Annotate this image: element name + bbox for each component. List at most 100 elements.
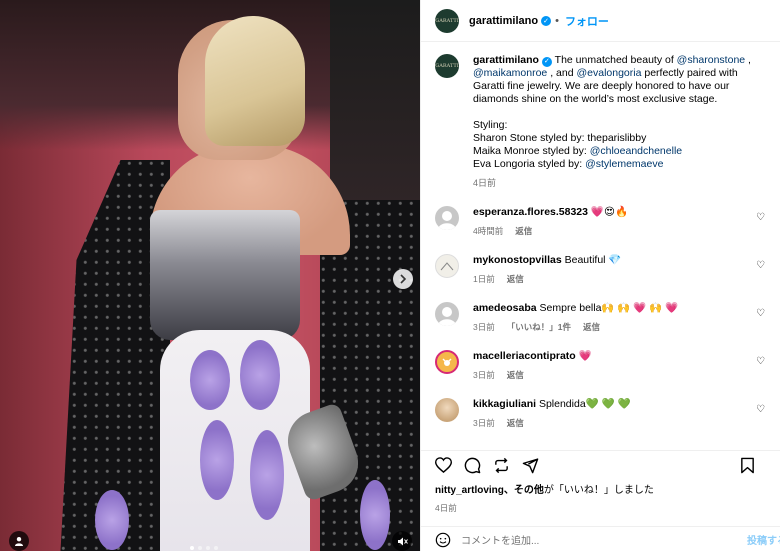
- next-image-button[interactable]: [393, 269, 413, 289]
- comment-time[interactable]: 3日前: [473, 321, 495, 334]
- comment-item: amedeosaba Sempre bella🙌 🙌 💗 🙌 💗 3日前 「いいね…: [435, 302, 767, 334]
- mention-link[interactable]: @maikamonroe: [473, 67, 547, 79]
- mention-link[interactable]: @evalongoria: [576, 67, 641, 79]
- commenter-avatar[interactable]: [435, 302, 459, 326]
- post-age[interactable]: 4日前: [435, 502, 767, 514]
- bookmark-icon[interactable]: [740, 457, 755, 474]
- commenter-username[interactable]: mykonostopvillas: [473, 254, 562, 266]
- reply-button[interactable]: 返信: [583, 321, 600, 334]
- reply-button[interactable]: 返信: [507, 273, 524, 286]
- separator-dot: •: [555, 14, 559, 27]
- likes-others[interactable]: 、その他: [504, 485, 544, 496]
- comment-time[interactable]: 3日前: [473, 417, 495, 430]
- default-avatar-icon: [438, 211, 456, 230]
- photo-flower: [250, 430, 284, 520]
- comment-text: Splendida💚 💚 💚: [538, 398, 631, 410]
- mention-link[interactable]: @chloeandchenelle: [590, 145, 682, 157]
- commenter-avatar[interactable]: [435, 398, 459, 422]
- like-comment-heart-icon[interactable]: ♡: [756, 260, 765, 271]
- speaker-muted-icon: [397, 537, 408, 545]
- verified-badge-icon: ✓: [541, 56, 552, 67]
- commenter-username[interactable]: esperanza.flores.58323: [473, 206, 588, 218]
- comment-item: kikkagiuliani Splendida💚 💚 💚 3日前 返信 ♡: [435, 398, 767, 430]
- comment-body: macelleriacontiprato 💗 3日前 返信: [473, 350, 592, 382]
- styling-heading: Styling:: [473, 119, 508, 131]
- caption-text: The unmatched beauty of: [554, 54, 677, 66]
- liker-username[interactable]: nitty_artloving: [435, 485, 504, 496]
- share-icon[interactable]: [522, 457, 539, 474]
- comment-item: macelleriacontiprato 💗 3日前 返信 ♡: [435, 350, 767, 382]
- like-comment-heart-icon[interactable]: ♡: [756, 356, 765, 367]
- carousel-dot: [190, 546, 194, 550]
- caption-author[interactable]: garattimilano: [473, 54, 539, 66]
- tagged-users-button[interactable]: [9, 531, 29, 551]
- comment-item: esperanza.flores.58323 💗😍🔥 4時間前 返信 ♡: [435, 206, 767, 238]
- follow-button[interactable]: フォロー: [565, 13, 609, 29]
- caption-author-avatar[interactable]: GARATTI: [435, 54, 459, 78]
- reply-button[interactable]: 返信: [515, 225, 532, 238]
- post-actions: nitty_artloving、その他が「いいね！」しました 4日前 コメントを…: [421, 450, 780, 551]
- comment-icon[interactable]: [464, 457, 481, 474]
- photo-flower: [95, 490, 129, 550]
- action-icons: [435, 451, 767, 479]
- commenter-avatar[interactable]: [435, 254, 459, 278]
- comment-time[interactable]: 4時間前: [473, 225, 503, 238]
- author-avatar[interactable]: GARATTI: [435, 8, 459, 33]
- comment-meta: 3日前 返信: [473, 417, 631, 430]
- villa-logo-icon: [440, 262, 454, 271]
- carousel-dot: [198, 546, 202, 550]
- caption-text: , and: [547, 67, 577, 79]
- comment-meta: 4時間前 返信: [473, 225, 628, 238]
- caption-time[interactable]: 4日前: [473, 177, 767, 190]
- post-photo[interactable]: [0, 0, 420, 551]
- comment-item: mykonostopvillas Beautiful 💎 1日前 返信 ♡: [435, 254, 767, 286]
- chevron-right-icon: [400, 274, 407, 284]
- comment-time[interactable]: 3日前: [473, 369, 495, 382]
- carousel-dot: [214, 546, 218, 550]
- post-header: GARATTI garattimilano ✓ • フォロー: [421, 0, 780, 42]
- author-username[interactable]: garattimilano: [469, 15, 538, 27]
- styling-line: Eva Longoria styled by: @stylememaeve: [473, 158, 767, 171]
- photo-flower: [190, 350, 230, 410]
- like-comment-heart-icon[interactable]: ♡: [756, 308, 765, 319]
- commenter-username[interactable]: kikkagiuliani: [473, 398, 536, 410]
- commenter-avatar[interactable]: [435, 206, 459, 230]
- likes-suffix-text: が「いいね！」しました: [543, 485, 654, 496]
- emoji-icon[interactable]: [435, 532, 451, 548]
- mention-link[interactable]: @stylememaeve: [585, 158, 663, 170]
- repost-icon[interactable]: [493, 457, 510, 474]
- default-avatar-icon: [438, 307, 456, 326]
- heart-icon[interactable]: [435, 457, 452, 473]
- carousel-dots: [190, 546, 218, 550]
- comment-like-count[interactable]: 「いいね！」1件: [507, 321, 571, 334]
- comment-body: esperanza.flores.58323 💗😍🔥 4時間前 返信: [473, 206, 628, 238]
- photo-hair: [205, 16, 305, 146]
- comment-body: kikkagiuliani Splendida💚 💚 💚 3日前 返信: [473, 398, 631, 430]
- like-comment-heart-icon[interactable]: ♡: [756, 212, 765, 223]
- post-comment-button[interactable]: 投稿する: [747, 532, 780, 547]
- caption-row: GARATTI garattimilano ✓ The unmatched bea…: [435, 54, 767, 190]
- photo-bodice: [150, 210, 300, 340]
- avatar-logo-text: GARATTI: [435, 63, 459, 69]
- like-comment-heart-icon[interactable]: ♡: [756, 404, 765, 415]
- commenter-username[interactable]: macelleriacontiprato: [473, 350, 576, 362]
- comment-body: amedeosaba Sempre bella🙌 🙌 💗 🙌 💗 3日前 「いいね…: [473, 302, 678, 334]
- mute-button[interactable]: [392, 531, 412, 551]
- reply-button[interactable]: 返信: [507, 369, 524, 382]
- bull-logo-icon: [442, 358, 452, 366]
- comment-text: Sempre bella🙌 🙌 💗 🙌 💗: [539, 302, 679, 314]
- post-panel: GARATTI garattimilano ✓ • フォロー GARATTI g…: [420, 0, 780, 551]
- reply-button[interactable]: 返信: [507, 417, 524, 430]
- comment-meta: 1日前 返信: [473, 273, 621, 286]
- comments-scroll[interactable]: GARATTI garattimilano ✓ The unmatched bea…: [421, 42, 780, 450]
- comment-input[interactable]: コメントを追加...: [461, 532, 539, 547]
- commenter-username[interactable]: amedeosaba: [473, 302, 537, 314]
- caption-text: ,: [745, 54, 751, 66]
- comment-body: mykonostopvillas Beautiful 💎 1日前 返信: [473, 254, 621, 286]
- mention-link[interactable]: @sharonstone: [677, 54, 745, 66]
- photo-flower: [360, 480, 390, 550]
- verified-badge-icon: ✓: [541, 15, 552, 26]
- photo-flower: [200, 420, 234, 500]
- comment-time[interactable]: 1日前: [473, 273, 495, 286]
- commenter-avatar[interactable]: [435, 350, 459, 374]
